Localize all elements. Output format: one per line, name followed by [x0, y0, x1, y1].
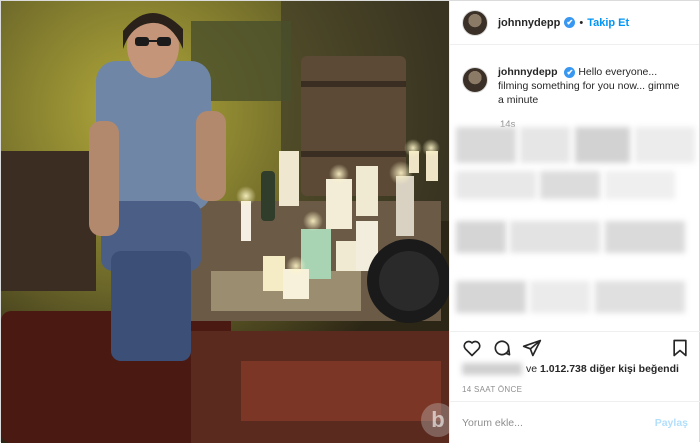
likes-suffix[interactable]: diğer kişi beğendi — [590, 363, 679, 375]
post-side-panel: johnnydepp ✔ • Takip Et johnnydepp ✔ Hel… — [449, 1, 700, 443]
follow-button[interactable]: Takip Et — [587, 17, 629, 29]
separator-dot: • — [579, 16, 584, 29]
caption-username[interactable]: johnnydepp — [498, 66, 558, 78]
avatar[interactable] — [462, 9, 488, 36]
caption-comment: johnnydepp ✔ Hello everyone... filming s… — [450, 45, 699, 107]
likes-prefix: ve — [526, 363, 538, 375]
watermark-logo: b — [421, 403, 449, 437]
post-comment-button[interactable]: Paylaş — [655, 417, 688, 429]
comment-input[interactable] — [462, 416, 655, 429]
comment-icon[interactable] — [492, 338, 512, 358]
post-photo[interactable]: b — [1, 1, 449, 443]
instagram-post: b johnnydepp ✔ • Takip Et johnnydepp ✔ H… — [0, 0, 700, 443]
caption-body: johnnydepp ✔ Hello everyone... filming s… — [498, 65, 687, 107]
photo-illustration — [1, 1, 449, 443]
add-comment-bar: Paylaş — [450, 401, 700, 443]
verified-icon: ✔ — [564, 67, 576, 78]
blurred-comments — [450, 121, 700, 326]
share-icon[interactable] — [522, 338, 542, 358]
bookmark-icon[interactable] — [670, 338, 690, 358]
action-bar — [450, 331, 700, 365]
post-header: johnnydepp ✔ • Takip Et — [450, 1, 699, 45]
verified-icon: ✔ — [564, 17, 576, 28]
likes-line: ve 1.012.738 diğer kişi beğendi — [462, 363, 679, 375]
heart-icon[interactable] — [462, 338, 482, 358]
post-timestamp: 14 SAAT ÖNCE — [462, 385, 523, 394]
username-link[interactable]: johnnydepp — [498, 17, 560, 29]
likes-count[interactable]: 1.012.738 — [540, 363, 587, 375]
blurred-liker — [462, 363, 522, 375]
caption-avatar[interactable] — [462, 67, 488, 93]
